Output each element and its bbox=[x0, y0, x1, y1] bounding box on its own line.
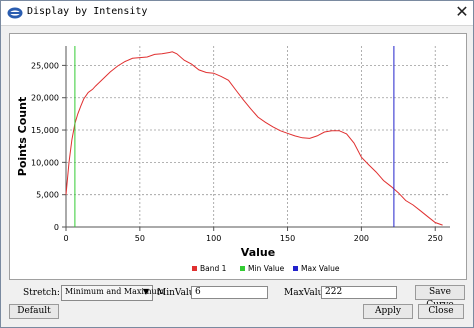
stretch-select[interactable]: Minimum and Maximum ▼ bbox=[61, 285, 164, 301]
dropdown-arrow-icon[interactable]: ▼ bbox=[143, 287, 149, 296]
min-value-input[interactable]: 6 bbox=[191, 286, 268, 299]
legend-swatch bbox=[240, 266, 245, 271]
x-tick-label: 200 bbox=[354, 234, 369, 243]
x-tick-label: 0 bbox=[63, 234, 68, 243]
apply-button[interactable]: Apply bbox=[363, 304, 413, 319]
legend-label: Min Value bbox=[248, 264, 285, 273]
x-tick-label: 100 bbox=[206, 234, 221, 243]
x-tick-label: 150 bbox=[280, 234, 295, 243]
y-tick-label: 20,000 bbox=[31, 94, 59, 103]
x-tick-label: 50 bbox=[135, 234, 145, 243]
legend-swatch bbox=[192, 266, 197, 271]
y-axis-title: Points Count bbox=[16, 97, 29, 176]
save-curve-button[interactable]: Save Curve bbox=[415, 285, 465, 310]
y-tick-label: 10,000 bbox=[31, 158, 59, 167]
histogram-svg: 0 50 100 150 200 250 0 5,000 10,000 15,000 20,000 2… bbox=[16, 46, 450, 273]
app-logo-icon bbox=[7, 7, 23, 19]
close-button[interactable]: Close bbox=[418, 304, 464, 319]
x-tick-label: 250 bbox=[428, 234, 443, 243]
window-title: Display by Intensity bbox=[27, 6, 148, 17]
max-value-input[interactable]: 222 bbox=[321, 286, 397, 299]
legend-label: Max Value bbox=[301, 264, 340, 273]
y-tick-label: 15,000 bbox=[31, 126, 59, 135]
title-bar: Display by Intensity ✕ bbox=[1, 1, 473, 26]
close-window-icon[interactable]: ✕ bbox=[453, 2, 471, 22]
legend-swatch bbox=[293, 266, 298, 271]
stretch-select-value: Minimum and Maximum bbox=[65, 287, 165, 296]
dialog-window: Display by Intensity ✕ 0 50 100 150 200 250 0 5… bbox=[0, 0, 474, 328]
x-axis-title: Value bbox=[241, 246, 275, 259]
stretch-label: Stretch: bbox=[23, 288, 60, 298]
y-tick-label: 0 bbox=[54, 223, 59, 232]
histogram-chart: 0 50 100 150 200 250 0 5,000 10,000 15,000 20,000 2… bbox=[9, 33, 467, 280]
plot-area bbox=[66, 46, 450, 227]
y-tick-label: 5,000 bbox=[36, 191, 59, 200]
default-button[interactable]: Default bbox=[9, 304, 59, 319]
y-tick-label: 25,000 bbox=[31, 61, 59, 70]
legend-label: Band 1 bbox=[200, 264, 227, 273]
